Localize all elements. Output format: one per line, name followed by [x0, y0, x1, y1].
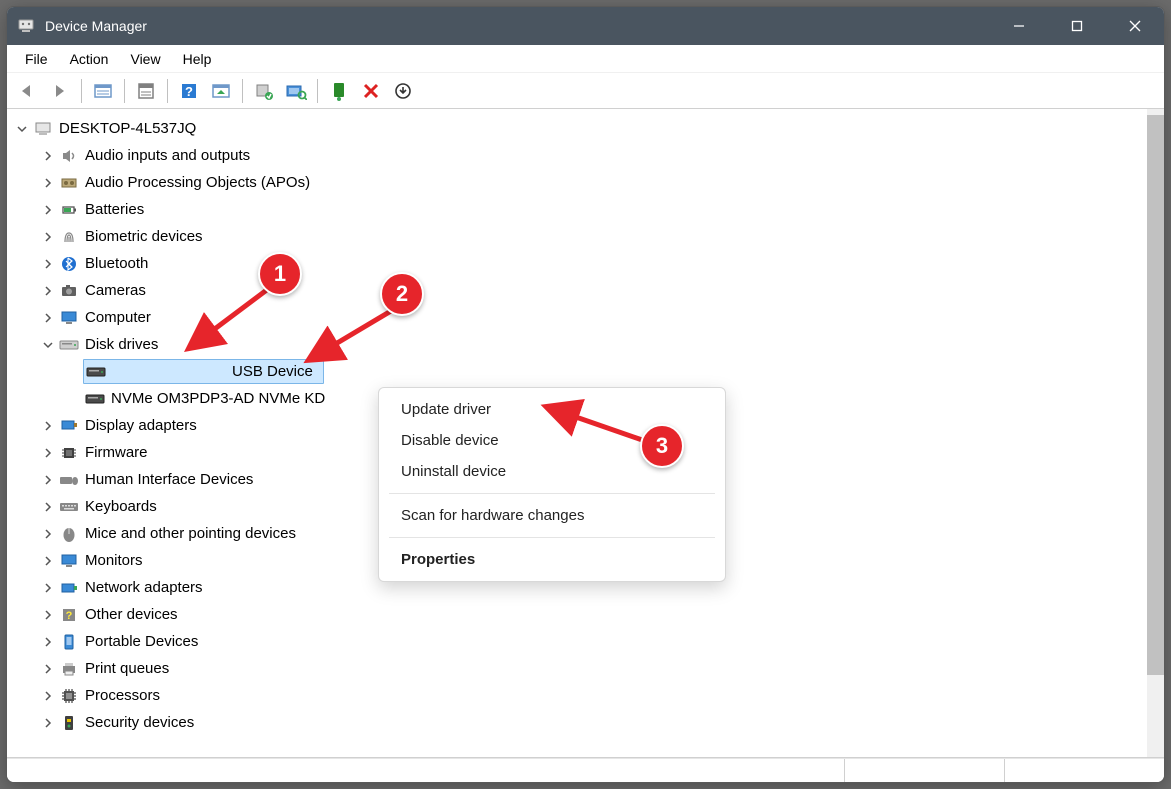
- battery-icon: [59, 200, 79, 220]
- separator: [389, 537, 715, 538]
- chevron-right-icon[interactable]: [39, 448, 57, 458]
- uninstall-device-button[interactable]: [388, 77, 418, 105]
- tree-root-label: DESKTOP-4L537JQ: [59, 115, 202, 142]
- monitor-icon: [59, 308, 79, 328]
- chevron-right-icon[interactable]: [39, 259, 57, 269]
- annotation-badge-3: 3: [640, 424, 684, 468]
- tree-category-biometric[interactable]: Biometric devices: [13, 223, 1147, 250]
- svg-text:?: ?: [66, 610, 73, 622]
- audio-processing-icon: [59, 173, 79, 193]
- ctx-scan-hardware[interactable]: Scan for hardware changes: [379, 500, 725, 531]
- bluetooth-icon: [59, 254, 79, 274]
- action-window-button[interactable]: [206, 77, 236, 105]
- update-driver-button[interactable]: [249, 77, 279, 105]
- statusbar: [7, 758, 1164, 782]
- chevron-right-icon[interactable]: [39, 178, 57, 188]
- tree-category-computer[interactable]: Computer: [13, 304, 1147, 331]
- close-button[interactable]: [1106, 7, 1164, 45]
- chevron-right-icon[interactable]: [39, 502, 57, 512]
- ctx-update-driver[interactable]: Update driver: [379, 394, 725, 425]
- speaker-icon: [59, 146, 79, 166]
- tree-category-batteries[interactable]: Batteries: [13, 196, 1147, 223]
- chevron-right-icon[interactable]: [39, 205, 57, 215]
- tree-category-audio-inputs-outputs[interactable]: Audio inputs and outputs: [13, 142, 1147, 169]
- enable-device-button[interactable]: [324, 77, 354, 105]
- menubar: File Action View Help: [7, 45, 1164, 73]
- svg-text:?: ?: [185, 84, 193, 99]
- chevron-right-icon[interactable]: [39, 556, 57, 566]
- annotation-badge-2: 2: [380, 272, 424, 316]
- app-icon: [17, 17, 35, 35]
- device-manager-window: Device Manager File Action View Help ?: [6, 6, 1165, 783]
- tree-category-portable-devices[interactable]: Portable Devices: [13, 628, 1147, 655]
- chevron-right-icon[interactable]: [39, 610, 57, 620]
- camera-icon: [59, 281, 79, 301]
- chevron-right-icon[interactable]: [39, 637, 57, 647]
- minimize-button[interactable]: [990, 7, 1048, 45]
- network-adapter-icon: [59, 578, 79, 598]
- chevron-right-icon[interactable]: [39, 664, 57, 674]
- tree-category-other-devices[interactable]: ? Other devices: [13, 601, 1147, 628]
- tree-category-bluetooth[interactable]: Bluetooth: [13, 250, 1147, 277]
- menu-file[interactable]: File: [15, 49, 58, 69]
- chevron-right-icon[interactable]: [39, 151, 57, 161]
- chevron-right-icon[interactable]: [39, 529, 57, 539]
- menu-view[interactable]: View: [120, 49, 170, 69]
- chevron-right-icon[interactable]: [39, 421, 57, 431]
- show-hide-tree-button[interactable]: [88, 77, 118, 105]
- ctx-properties[interactable]: Properties: [379, 544, 725, 575]
- help-button[interactable]: ?: [174, 77, 204, 105]
- disk-drive-icon: [85, 389, 105, 409]
- chevron-right-icon[interactable]: [39, 583, 57, 593]
- nav-back-button[interactable]: [13, 77, 43, 105]
- chevron-down-icon[interactable]: [39, 340, 57, 350]
- separator: [389, 493, 715, 494]
- toolbar: ?: [7, 73, 1164, 109]
- tree-category-security-devices[interactable]: Security devices: [13, 709, 1147, 736]
- chevron-right-icon[interactable]: [39, 286, 57, 296]
- monitor-icon: [59, 551, 79, 571]
- annotation-badge-1: 1: [258, 252, 302, 296]
- tree-category-disk-drives[interactable]: Disk drives: [13, 331, 1147, 358]
- display-adapter-icon: [59, 416, 79, 436]
- scrollbar-thumb[interactable]: [1147, 115, 1164, 675]
- chevron-right-icon[interactable]: [39, 691, 57, 701]
- tree-category-processors[interactable]: Processors: [13, 682, 1147, 709]
- chevron-right-icon[interactable]: [39, 475, 57, 485]
- scan-hardware-button[interactable]: [281, 77, 311, 105]
- tree-root[interactable]: DESKTOP-4L537JQ: [13, 115, 1147, 142]
- hid-icon: [59, 470, 79, 490]
- menu-help[interactable]: Help: [173, 49, 222, 69]
- mouse-icon: [59, 524, 79, 544]
- chevron-down-icon[interactable]: [13, 124, 31, 134]
- chevron-right-icon[interactable]: [39, 232, 57, 242]
- tree-category-apo[interactable]: Audio Processing Objects (APOs): [13, 169, 1147, 196]
- chevron-right-icon[interactable]: [39, 718, 57, 728]
- context-menu: Update driver Disable device Uninstall d…: [378, 387, 726, 582]
- security-device-icon: [59, 713, 79, 733]
- maximize-button[interactable]: [1048, 7, 1106, 45]
- tree-category-cameras[interactable]: Cameras: [13, 277, 1147, 304]
- keyboard-icon: [59, 497, 79, 517]
- menu-action[interactable]: Action: [60, 49, 119, 69]
- fingerprint-icon: [59, 227, 79, 247]
- properties-button[interactable]: [131, 77, 161, 105]
- tree-device-usb[interactable]: USB Device: [13, 358, 1147, 385]
- tree-category-print-queues[interactable]: Print queues: [13, 655, 1147, 682]
- computer-icon: [33, 119, 53, 139]
- window-title: Device Manager: [45, 18, 147, 34]
- unknown-device-icon: ?: [59, 605, 79, 625]
- disk-drive-icon: [59, 335, 79, 355]
- titlebar[interactable]: Device Manager: [7, 7, 1164, 45]
- chevron-right-icon[interactable]: [39, 313, 57, 323]
- printer-icon: [59, 659, 79, 679]
- portable-device-icon: [59, 632, 79, 652]
- vertical-scrollbar[interactable]: [1147, 109, 1164, 757]
- nav-forward-button[interactable]: [45, 77, 75, 105]
- cpu-icon: [59, 686, 79, 706]
- disable-device-button[interactable]: [356, 77, 386, 105]
- disk-drive-icon: [86, 362, 106, 382]
- chip-icon: [59, 443, 79, 463]
